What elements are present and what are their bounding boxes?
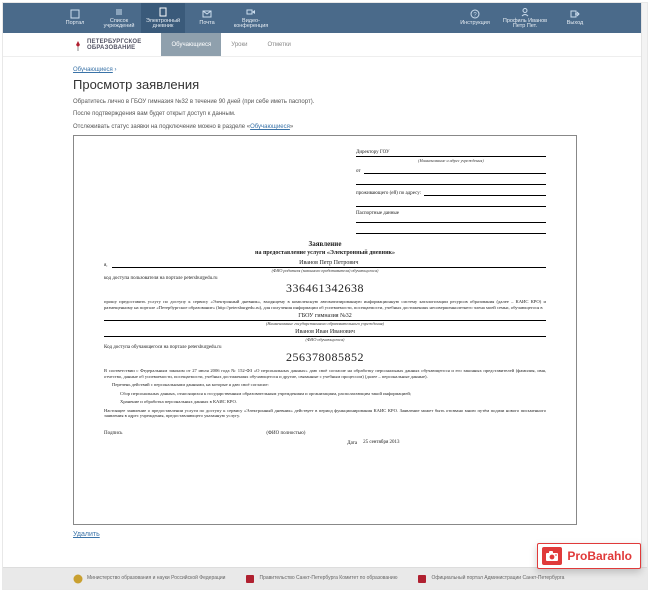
- intro-line3b: »: [290, 124, 293, 130]
- doc-student-name: Иванов Иван Иванович: [104, 329, 546, 337]
- exit-icon: [570, 9, 580, 19]
- video-icon: [246, 7, 256, 17]
- crest-spb-icon: [245, 574, 255, 584]
- nav-portal[interactable]: Портал: [53, 3, 97, 33]
- delete-link[interactable]: Удалить: [73, 531, 100, 538]
- doc-signature-label: Подпись: [104, 431, 122, 436]
- brand-text: ПЕТЕРБУРГСКОЕ ОБРАЗОВАНИЕ: [87, 39, 141, 51]
- brand-logo-icon: [73, 39, 83, 51]
- nav-video[interactable]: Видео-конференция: [229, 3, 273, 33]
- nav-label: Профиль Иванов Петр Пет.: [497, 19, 553, 30]
- nav-profile[interactable]: Профиль Иванов Петр Пет.: [497, 3, 553, 33]
- doc-to-label: Директору ГОУ: [356, 150, 390, 155]
- nav-help[interactable]: ? Инструкция: [453, 3, 497, 33]
- tab-lessons[interactable]: Уроки: [221, 33, 257, 56]
- nav-label: Почта: [199, 21, 214, 27]
- page-title: Просмотр заявления: [73, 77, 577, 92]
- list-icon: [114, 7, 124, 17]
- nav-label: Инструкция: [460, 21, 490, 27]
- portal-icon: [70, 9, 80, 19]
- right-strip: [641, 3, 647, 589]
- footer-ministry[interactable]: Министерство образования и науки Российс…: [73, 574, 225, 584]
- doc-to-caption: (Наименование и адрес учреждения): [356, 158, 546, 163]
- doc-action2: Хранение и обработка персональных данных…: [104, 399, 546, 405]
- intro-line2: После подтверждения вам будет открыт дос…: [73, 110, 577, 118]
- probarahlo-badge[interactable]: ProBarahlo: [537, 543, 641, 569]
- nav-diary[interactable]: Электронный дневник: [141, 3, 185, 33]
- doc-parent-caption: (ФИО родителя (законного представителя) …: [104, 268, 546, 273]
- doc-consent-para: В соответствии с Федеральным законом от …: [104, 368, 546, 379]
- footer-label: Правительство Санкт-Петербурга Комитет п…: [259, 576, 397, 582]
- mail-icon: [202, 9, 212, 19]
- doc-signature-caption: (ФИО полностью): [266, 431, 546, 436]
- badge-text: ProBarahlo: [567, 549, 632, 563]
- doc-code1: 336461342638: [104, 281, 546, 296]
- top-nav: Портал Список учреждений Электронный дне…: [3, 3, 647, 33]
- doc-request-para: прошу предоставить услугу по доступу к с…: [104, 299, 546, 310]
- doc-parent-name: Иванов Петр Петрович: [112, 260, 546, 268]
- nav-label: Выход: [567, 21, 583, 27]
- breadcrumb: Обучающиеся ›: [73, 67, 577, 73]
- footer-spb-admin[interactable]: Официальный портал Администрации Санкт-П…: [417, 574, 564, 584]
- nav-mail[interactable]: Почта: [185, 3, 229, 33]
- doc-date-label: Дата: [347, 441, 357, 446]
- intro-line1: Обратитесь лично в ГБОУ гимназия №32 в т…: [73, 98, 577, 106]
- doc-action1: Сбор персональных данных, относящихся к …: [104, 391, 546, 397]
- tab-students[interactable]: Обучающиеся: [161, 33, 221, 56]
- application-document: Директору ГОУ (Наименование и адрес учре…: [73, 135, 577, 525]
- doc-validity-para: Настоящее заявление о предоставлении усл…: [104, 408, 546, 419]
- page-content: Обучающиеся › Просмотр заявления Обратит…: [3, 57, 647, 567]
- doc-student-caption: (ФИО обучающегося): [104, 337, 546, 342]
- footer-label: Министерство образования и науки Российс…: [87, 576, 225, 582]
- camera-icon: [542, 547, 562, 565]
- tab-grades[interactable]: Отметки: [257, 33, 300, 56]
- doc-school-caption: (Наименование государственного образоват…: [104, 321, 546, 326]
- nav-label: Портал: [66, 21, 85, 27]
- footer-label: Официальный портал Администрации Санкт-П…: [431, 576, 564, 582]
- doc-subtitle: на предоставление услуги «Электронный дн…: [104, 250, 546, 256]
- crest-ru-icon: [73, 574, 83, 584]
- doc-from-label: от: [356, 169, 361, 174]
- brand[interactable]: ПЕТЕРБУРГСКОЕ ОБРАЗОВАНИЕ: [73, 39, 141, 51]
- nav-institutions[interactable]: Список учреждений: [97, 3, 141, 33]
- doc-school-name: ГБОУ гимназия №32: [104, 313, 546, 321]
- nav-label: Электронный дневник: [141, 19, 185, 30]
- footer: Министерство образования и науки Российс…: [3, 567, 647, 589]
- doc-actions-intro: Перечень действий с персональными данным…: [104, 382, 546, 388]
- diary-icon: [158, 7, 168, 17]
- help-icon: ?: [470, 9, 480, 19]
- doc-title: Заявление: [104, 240, 546, 248]
- nav-exit[interactable]: Выход: [553, 3, 597, 33]
- breadcrumb-link[interactable]: Обучающиеся: [73, 67, 113, 73]
- crest-admin-icon: [417, 574, 427, 584]
- nav-label: Видео-конференция: [229, 19, 273, 30]
- header-bar: ПЕТЕРБУРГСКОЕ ОБРАЗОВАНИЕ Обучающиеся Ур…: [3, 33, 647, 57]
- breadcrumb-sep: ›: [114, 67, 116, 73]
- intro-line3: Отслеживать статус заявки на подключение…: [73, 123, 577, 131]
- brand-line2: ОБРАЗОВАНИЕ: [87, 45, 135, 51]
- doc-ya: я,: [104, 263, 108, 268]
- nav-spacer: [273, 3, 453, 33]
- doc-addr-label: проживающего (ей) по адресу:: [356, 191, 421, 196]
- nav-label: Список учреждений: [97, 19, 141, 30]
- doc-code2: 256378085852: [104, 350, 546, 365]
- doc-passport-label: Паспортные данные: [356, 211, 399, 216]
- profile-icon: [520, 7, 530, 17]
- intro-link[interactable]: Обучающиеся: [250, 124, 290, 130]
- doc-date-value: 25 сентября 2013: [363, 440, 399, 445]
- header-tabs: Обучающиеся Уроки Отметки: [161, 33, 300, 56]
- footer-spb-gov[interactable]: Правительство Санкт-Петербурга Комитет п…: [245, 574, 397, 584]
- intro-line3a: Отслеживать статус заявки на подключение…: [73, 124, 250, 130]
